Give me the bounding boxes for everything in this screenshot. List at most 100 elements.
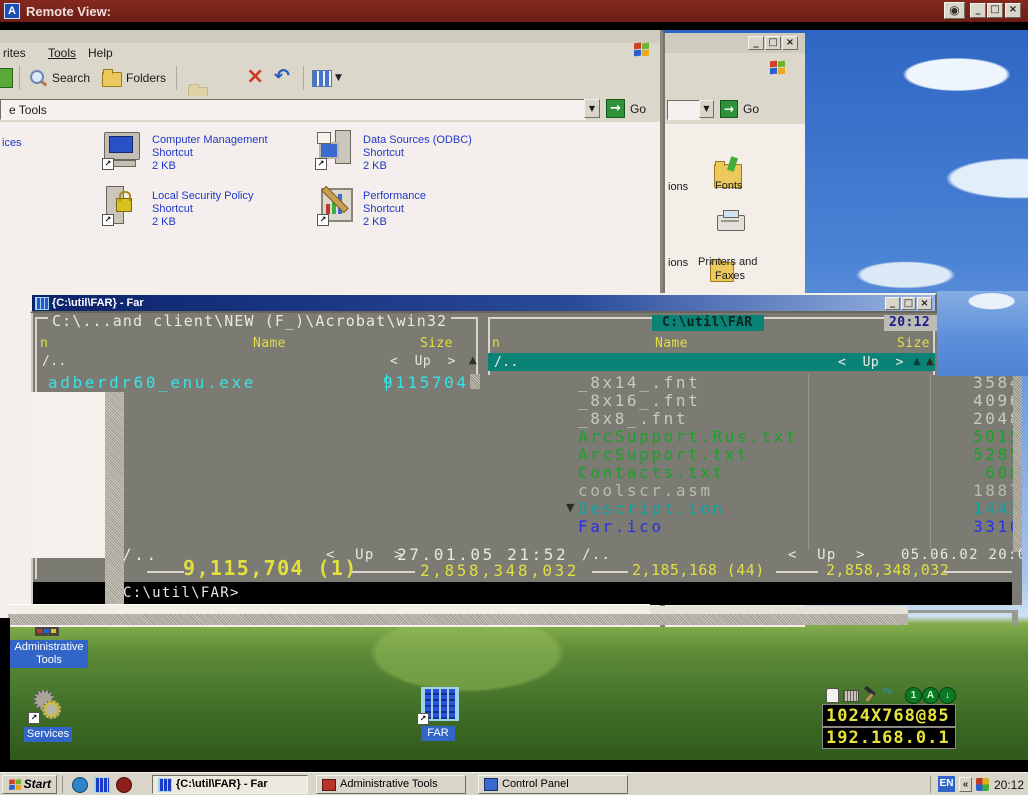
file-name[interactable]: ArcSupport.txt <box>578 446 749 464</box>
address-combo-field[interactable] <box>667 100 701 120</box>
remote-view-black-strip <box>0 22 1028 30</box>
maximize-button[interactable]: □ <box>765 36 781 50</box>
desktop-sky-patch <box>937 291 1028 376</box>
toolbar: Search Folders × ↶ ▼ <box>0 62 660 117</box>
keyboard-icon[interactable] <box>843 690 859 702</box>
menu-tools[interactable]: Tools <box>48 46 76 60</box>
far-command-line[interactable]: C:\util\FAR> <box>33 582 1012 605</box>
taskbar-task-far[interactable]: {C:\util\FAR} - Far <box>152 775 308 794</box>
letterbox-strip-bottom <box>0 760 1028 772</box>
titlebar-sliver[interactable] <box>0 30 660 43</box>
frame-line <box>944 571 1012 573</box>
menubar-strip <box>665 53 805 97</box>
file-name[interactable]: _8x14_.fnt <box>578 374 700 392</box>
folders-button-label[interactable]: Folders <box>126 71 166 85</box>
hammer-handle <box>865 693 874 702</box>
minimize-button[interactable]: _ <box>748 36 764 50</box>
desktop-icon-far[interactable]: ↗ <box>417 687 459 725</box>
start-button-label: Start <box>23 777 51 791</box>
right-panel-scrollbar[interactable] <box>1013 374 1022 552</box>
delete-x-icon[interactable]: × <box>246 64 264 90</box>
minimize-button[interactable]: _ <box>885 297 900 310</box>
desktop-icon-services-label[interactable]: Services <box>24 727 72 742</box>
window-outline-ghost-tick <box>1012 610 1018 626</box>
file-name[interactable]: Far.ico <box>578 518 664 536</box>
item-name: Computer Management <box>152 134 268 146</box>
views-dropdown-arrow[interactable]: ▼ <box>335 72 342 84</box>
quick-launch-app-icon[interactable] <box>116 777 132 793</box>
left-panel-totals-selected: 9,115,704 (1) <box>183 556 358 580</box>
address-dropdown-button[interactable]: ▼ <box>699 100 714 118</box>
left-panel-file-name[interactable]: adberdr60_enu.exe <box>48 374 256 392</box>
scroll-up-arrow-icon[interactable]: ▲ <box>926 356 934 368</box>
taskbar-task-control-panel[interactable]: Control Panel <box>478 775 628 794</box>
left-panel-status-file: /.. <box>122 545 159 564</box>
address-combo-field[interactable]: e Tools <box>0 99 586 120</box>
fonts-label[interactable]: Fonts <box>715 180 743 193</box>
tray-clock[interactable]: 20:12 <box>994 778 1024 792</box>
scroll-down-arrow-icon[interactable]: ▼ <box>566 502 574 514</box>
menu-favorites-partial[interactable]: rites <box>3 46 26 60</box>
right-panel-up-row-name[interactable]: /.. <box>494 355 519 371</box>
file-name[interactable]: _8x8_.fnt <box>578 410 688 428</box>
views-icon[interactable] <box>312 70 332 87</box>
go-button-label[interactable]: Go <box>630 102 646 116</box>
printer-icon[interactable] <box>717 210 745 231</box>
windows-logo-icon <box>634 42 654 61</box>
file-name[interactable]: ArcSupport.Rus.txt <box>578 428 798 446</box>
shortcut-item-performance[interactable]: ↗ Performance Shortcut 2 KB <box>315 185 525 232</box>
left-panel-path: C:\...and client\NEW (F_)\Acrobat\win32 <box>48 313 452 329</box>
go-button-icon[interactable]: → <box>720 100 738 118</box>
redo-arrow-icon[interactable]: ↷ <box>882 687 893 701</box>
close-button[interactable]: × <box>782 36 798 50</box>
left-panel-up-row-name[interactable]: /.. <box>42 354 67 370</box>
go-button-icon[interactable]: → <box>606 99 625 118</box>
address-dropdown-button[interactable]: ▼ <box>584 99 600 118</box>
file-name[interactable]: _8x16_.fnt <box>578 392 700 410</box>
minimize-button[interactable]: _ <box>970 3 986 18</box>
start-button[interactable]: Start <box>2 775 57 794</box>
maximize-button[interactable]: □ <box>901 297 916 310</box>
undo-arrow-icon[interactable]: ↶ <box>274 64 290 88</box>
language-indicator[interactable]: EN <box>938 776 955 792</box>
hand-icon[interactable] <box>826 688 839 703</box>
shortcut-item-computer-management[interactable]: ↗ Computer Management Shortcut 2 KB <box>100 130 310 176</box>
file-name[interactable]: coolscr.asm <box>578 482 713 500</box>
far-window-titlebar[interactable]: {C:\util\FAR} - Far _ □ × <box>30 293 937 313</box>
close-button[interactable]: × <box>1005 3 1021 18</box>
task-label: {C:\util\FAR} - Far <box>176 778 268 790</box>
tray-graphics-icon[interactable] <box>976 778 989 791</box>
desktop-icon-far-label[interactable]: FAR <box>421 726 455 741</box>
go-button-label[interactable]: Go <box>743 102 759 116</box>
osd-badge-1: 1 <box>905 687 922 704</box>
maximize-button[interactable]: □ <box>987 3 1003 18</box>
quick-launch-ie-icon[interactable] <box>72 777 88 793</box>
scroll-up-arrow-icon[interactable]: ▲ <box>469 355 477 367</box>
folders-icon[interactable] <box>102 69 122 87</box>
scroll-up-arrow-icon[interactable]: ▲ <box>913 356 921 368</box>
taskbar-task-admin-tools[interactable]: Administrative Tools <box>316 775 466 794</box>
file-size: 1887 <box>973 481 1022 500</box>
file-name[interactable]: Descript.ion <box>578 500 725 518</box>
fullscreen-globe-button[interactable]: ◉ <box>944 2 965 19</box>
close-button[interactable]: × <box>917 297 932 310</box>
file-name[interactable]: Contacts.txt <box>578 464 725 482</box>
far-console[interactable]: C:\...and client\NEW (F_)\Acrobat\win32 … <box>33 313 1022 605</box>
left-panel-scrollbar-thumb[interactable] <box>470 374 480 389</box>
printers-label-line1[interactable]: Printers and <box>698 256 757 269</box>
search-button-label[interactable]: Search <box>52 71 90 85</box>
desktop-icon-admin-tools-label[interactable]: Administrative Tools <box>10 640 88 668</box>
up-folder-icon-partial[interactable] <box>0 68 13 88</box>
right-panel-path: C:\util\FAR <box>662 315 753 330</box>
shortcut-item-local-security-policy[interactable]: ↗ Local Security Policy Shortcut 2 KB <box>100 186 310 232</box>
menu-help[interactable]: Help <box>88 46 113 60</box>
printers-label-line2[interactable]: Faxes <box>715 270 745 283</box>
tray-chevron-button[interactable]: « <box>959 777 972 792</box>
file-size: 2048 <box>973 409 1022 428</box>
shortcut-item-data-sources[interactable]: ↗ Data Sources (ODBC) Shortcut 2 KB <box>315 130 525 176</box>
admin-tools-desktop-icon-fragment[interactable] <box>35 627 59 636</box>
left-panel-sort-indicator: n <box>40 336 49 351</box>
remote-view-titlebar[interactable]: A Remote View: ◉ _ □ × <box>0 0 1028 22</box>
quick-launch-far-icon[interactable] <box>94 777 110 793</box>
desktop-icon-services[interactable]: ↗ <box>26 688 66 724</box>
